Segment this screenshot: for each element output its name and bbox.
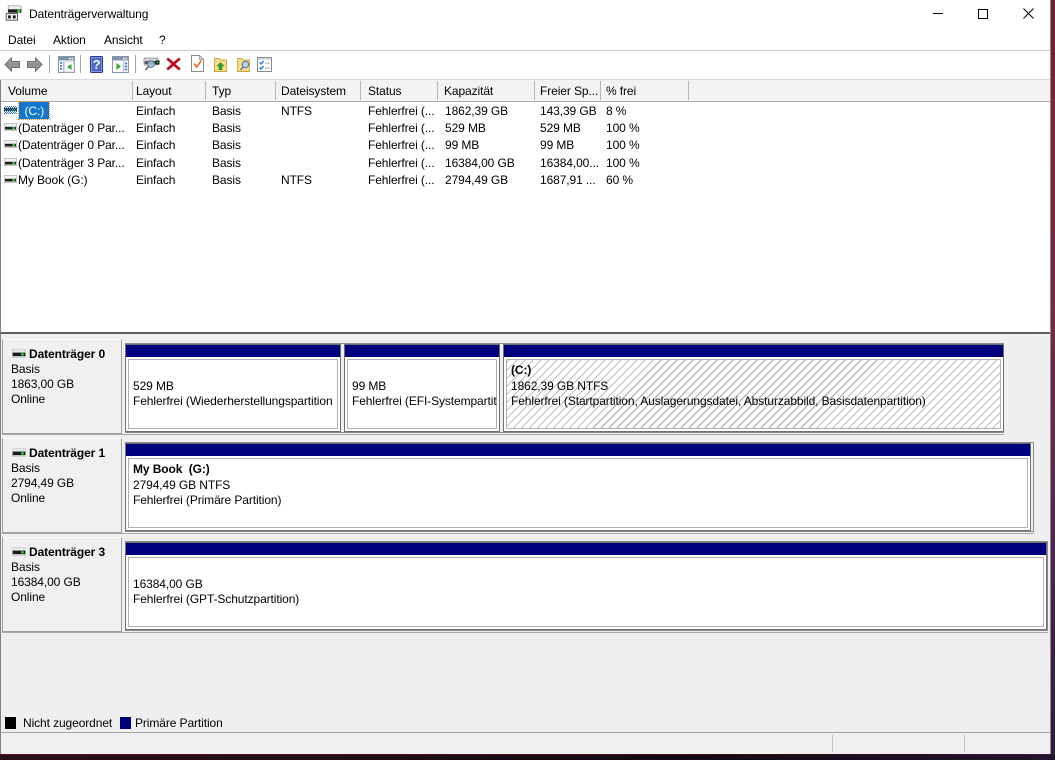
svg-text:?: ? xyxy=(93,57,101,72)
